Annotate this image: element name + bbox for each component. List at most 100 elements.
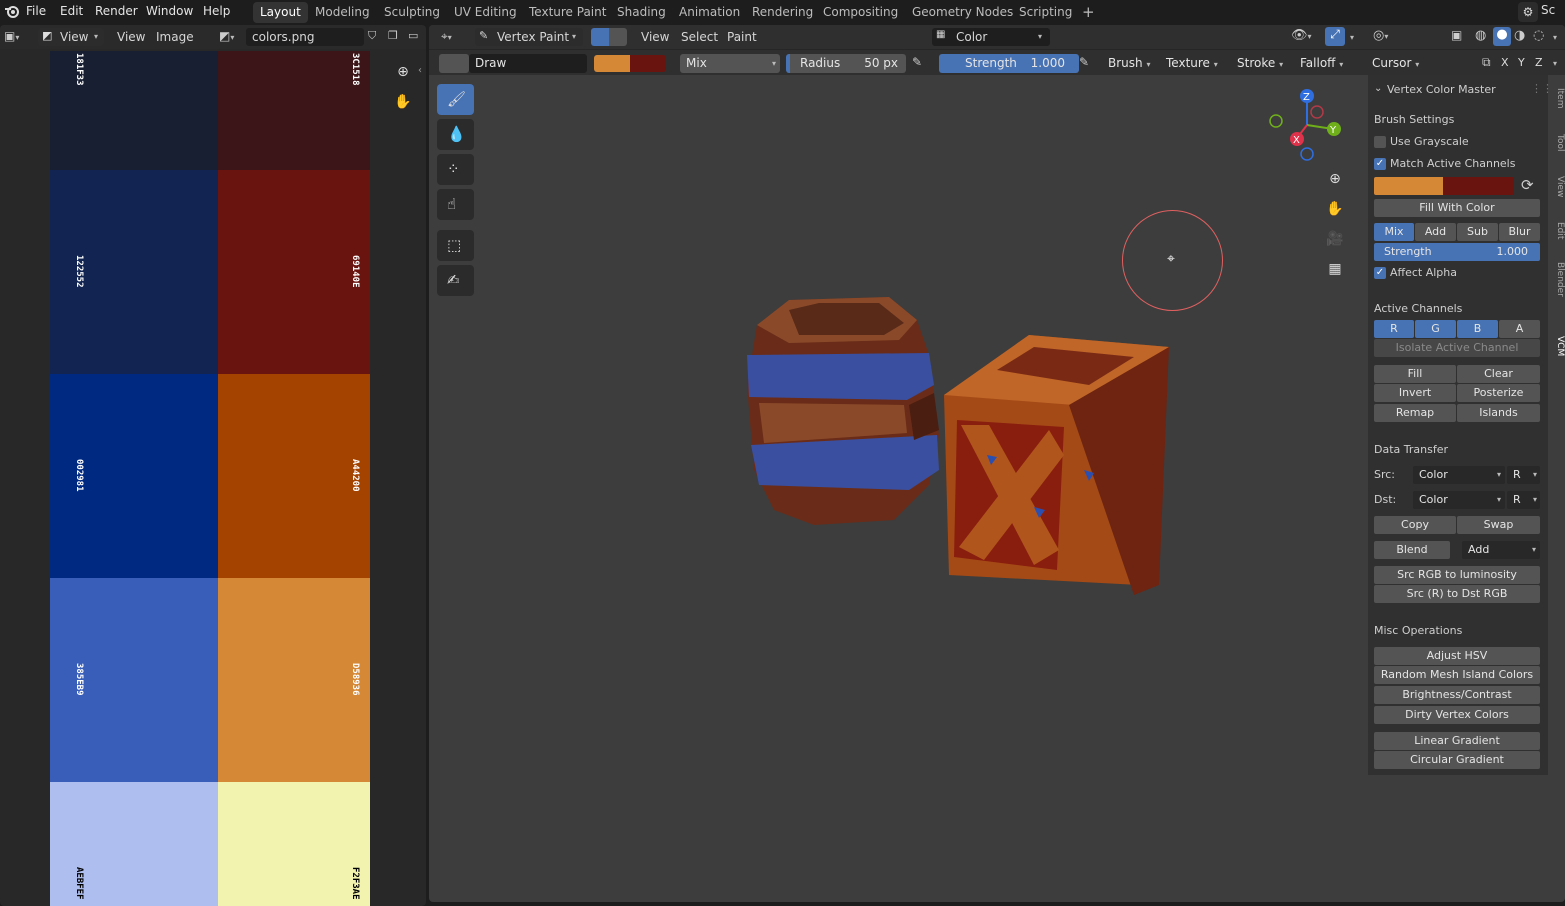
pan-hand-icon[interactable]: ✋ <box>1323 197 1347 221</box>
brush-primary-color[interactable] <box>1374 177 1443 195</box>
remap-button[interactable]: Remap <box>1374 404 1456 422</box>
fill-button[interactable]: Fill <box>1374 365 1456 383</box>
swap-button[interactable]: Swap <box>1457 516 1540 534</box>
blend-mode-dropdown[interactable]: Mix ▾ <box>680 54 780 73</box>
stroke-popover[interactable]: Stroke ▾ <box>1237 56 1283 70</box>
shading-wireframe-icon[interactable]: ◍ <box>1475 28 1486 43</box>
copy-button[interactable]: Copy <box>1374 516 1456 534</box>
dirty-vertex-colors-button[interactable]: Dirty Vertex Colors <box>1374 706 1540 724</box>
tab-modeling[interactable]: Modeling <box>308 2 377 23</box>
editor-type-icon[interactable]: ⌖▾ <box>441 29 452 44</box>
gizmo-toggle-icon[interactable]: ⤢ <box>1325 27 1345 46</box>
tool-draw[interactable]: 🖌 <box>437 84 474 115</box>
blender-logo-icon[interactable] <box>4 3 20 19</box>
affect-alpha-checkbox[interactable]: ✓ <box>1374 267 1386 279</box>
panel-collapse-icon[interactable]: ⌄ <box>1374 83 1382 94</box>
mode-dropdown[interactable]: ✎ Vertex Paint ▾ <box>475 28 583 46</box>
blend-button[interactable]: Blend <box>1374 541 1450 559</box>
clear-button[interactable]: Clear <box>1457 365 1540 383</box>
sidebar-tab-item[interactable]: Item <box>1555 88 1565 109</box>
symmetry-icon[interactable]: ⧉ <box>1482 55 1491 70</box>
pan-hand-icon[interactable]: ✋ <box>391 90 415 114</box>
mirror-y-toggle[interactable]: Y <box>1518 56 1525 69</box>
fill-with-color-button[interactable]: Fill With Color <box>1374 199 1540 217</box>
tab-compositing[interactable]: Compositing <box>816 2 905 23</box>
tab-layout[interactable]: Layout <box>253 2 308 23</box>
linear-gradient-button[interactable]: Linear Gradient <box>1374 732 1540 750</box>
menu-render[interactable]: Render <box>95 4 138 18</box>
vertex-mask-toggle[interactable] <box>609 28 627 46</box>
channel-r-toggle[interactable]: R <box>1374 320 1414 338</box>
brightness-contrast-button[interactable]: Brightness/Contrast <box>1374 686 1540 704</box>
scene-selector[interactable]: Sc <box>1541 3 1555 17</box>
scene-icon[interactable]: ⚙ <box>1518 2 1538 22</box>
overlay-icon[interactable]: ◎▾ <box>1373 28 1388 43</box>
view-mode-dropdown[interactable]: ◩ View ▾ <box>38 28 104 46</box>
panel-title[interactable]: Vertex Color Master <box>1387 83 1496 96</box>
brush-icon[interactable] <box>439 54 469 73</box>
blend-sub-button[interactable]: Sub <box>1457 223 1498 241</box>
menu-image[interactable]: Image <box>156 30 194 44</box>
radius-pressure-icon[interactable]: ✎ <box>912 55 922 69</box>
fake-user-icon[interactable]: ⛉ <box>368 29 384 45</box>
image-browse-icon[interactable]: ◩▾ <box>219 29 234 43</box>
panel-grip-icon[interactable]: ⋮⋮ <box>1531 82 1553 95</box>
barrel-object[interactable] <box>747 297 939 525</box>
strength-slider[interactable]: Strength 1.000 <box>939 54 1079 73</box>
zoom-icon[interactable]: ⊕ <box>1323 167 1347 191</box>
crate-object[interactable] <box>944 335 1169 595</box>
image-canvas[interactable]: 181F33 3C1518 122552 69140E 002981 A4420… <box>50 51 370 906</box>
menu-view[interactable]: View <box>117 30 145 44</box>
xray-icon[interactable]: ▣ <box>1451 28 1462 42</box>
perspective-grid-icon[interactable]: ▦ <box>1323 257 1347 281</box>
scene-objects[interactable] <box>729 285 1189 595</box>
tool-select-box[interactable]: ⬚ <box>437 230 474 261</box>
isolate-active-channel-button[interactable]: Isolate Active Channel <box>1374 339 1540 357</box>
islands-button[interactable]: Islands <box>1457 404 1540 422</box>
image-name-field[interactable]: colors.png <box>246 28 364 46</box>
use-grayscale-checkbox[interactable] <box>1374 136 1386 148</box>
blend-mode-dropdown[interactable]: Add ▾ <box>1462 541 1540 559</box>
shading-solid-icon[interactable]: ● <box>1493 27 1511 46</box>
zoom-icon[interactable]: ⊕ <box>391 60 415 84</box>
mirror-x-toggle[interactable]: X <box>1501 56 1509 69</box>
tool-annotate[interactable]: ✍ <box>437 265 474 296</box>
radius-slider[interactable]: Radius 50 px <box>786 54 906 73</box>
tab-geometry-nodes[interactable]: Geometry Nodes <box>905 2 1020 23</box>
shading-dropdown-icon[interactable]: ▾ <box>1553 33 1557 42</box>
brush-popover[interactable]: Brush ▾ <box>1108 56 1150 70</box>
tab-uv-editing[interactable]: UV Editing <box>447 2 524 23</box>
channel-a-toggle[interactable]: A <box>1499 320 1540 338</box>
sidebar-tab-tool[interactable]: Tool <box>1555 134 1565 151</box>
blend-blur-button[interactable]: Blur <box>1499 223 1540 241</box>
channel-g-toggle[interactable]: G <box>1415 320 1456 338</box>
src-r-to-dst-rgb-button[interactable]: Src (R) to Dst RGB <box>1374 585 1540 603</box>
match-active-channels-checkbox[interactable]: ✓ <box>1374 158 1386 170</box>
navigation-gizmo[interactable]: Z Y X <box>1267 85 1349 165</box>
tab-rendering[interactable]: Rendering <box>745 2 820 23</box>
tab-texture-paint[interactable]: Texture Paint <box>522 2 613 23</box>
editor-type-icon[interactable]: ▣▾ <box>4 29 30 45</box>
tool-smear[interactable]: ☝ <box>437 189 474 220</box>
sidebar-tab-view[interactable]: View <box>1555 176 1565 197</box>
menu-paint[interactable]: Paint <box>727 30 757 44</box>
mirror-z-toggle[interactable]: Z <box>1535 56 1543 69</box>
texture-popover[interactable]: Texture ▾ <box>1166 56 1218 70</box>
tab-sculpting[interactable]: Sculpting <box>377 2 447 23</box>
sidebar-tab-vcm[interactable]: VCM <box>1555 336 1565 356</box>
mirror-dropdown-icon[interactable]: ▾ <box>1553 59 1557 68</box>
tab-shading[interactable]: Shading <box>610 2 673 23</box>
menu-window[interactable]: Window <box>146 4 193 18</box>
sidebar-tab-blender[interactable]: Blender <box>1555 262 1565 297</box>
falloff-popover[interactable]: Falloff ▾ <box>1300 56 1343 70</box>
new-image-icon[interactable]: ❐ <box>388 29 404 45</box>
camera-icon[interactable]: 🎥 <box>1323 227 1347 251</box>
menu-view[interactable]: View <box>641 30 669 44</box>
dst-channel-dropdown[interactable]: R ▾ <box>1507 491 1540 509</box>
posterize-button[interactable]: Posterize <box>1457 384 1540 402</box>
shading-material-icon[interactable]: ◑ <box>1514 28 1525 43</box>
brush-secondary-color[interactable] <box>1443 177 1514 195</box>
blend-add-button[interactable]: Add <box>1415 223 1456 241</box>
menu-select[interactable]: Select <box>681 30 718 44</box>
paint-mask-toggle[interactable] <box>591 28 609 46</box>
